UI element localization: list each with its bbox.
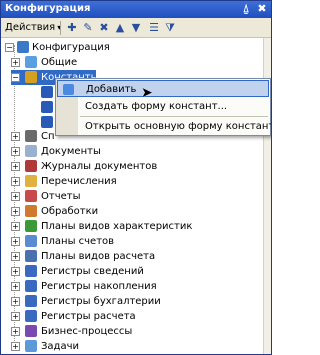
edit-icon[interactable]: ✎ xyxy=(81,21,95,35)
expand-icon[interactable]: + xyxy=(11,132,20,141)
expand-icon[interactable]: + xyxy=(11,222,20,231)
expand-icon[interactable]: + xyxy=(11,192,20,201)
collapse-icon[interactable]: − xyxy=(5,43,14,52)
context-menu: Добавить Создать форму констант... Откры… xyxy=(55,78,271,136)
actions-label: Действия xyxy=(5,22,56,33)
expand-icon[interactable]: + xyxy=(11,147,20,156)
expand-icon[interactable]: + xyxy=(11,58,20,67)
configuration-window: Конфигурация ⍙ ✖ Действия▾ ✚ ✎ ✖ ▲ ▼ ☰ ⧩… xyxy=(0,0,272,355)
constant-icon xyxy=(41,101,53,113)
add-icon xyxy=(63,84,74,95)
characteristic-types-icon xyxy=(25,220,37,232)
menu-item-open-main-constants-form[interactable]: Открыть основную форму констант xyxy=(57,118,271,135)
configuration-icon xyxy=(17,41,29,53)
collapse-icon[interactable]: − xyxy=(11,73,20,82)
expand-icon[interactable]: + xyxy=(11,237,20,246)
mouse-cursor-icon: ➤ xyxy=(141,85,153,101)
tasks-icon xyxy=(25,340,37,352)
title-bar: Конфигурация ⍙ ✖ xyxy=(1,1,271,18)
actions-menu-button[interactable]: Действия▾ xyxy=(5,22,61,33)
calculation-registers-icon xyxy=(25,310,37,322)
charts-of-accounts-icon xyxy=(25,235,37,247)
accumulation-registers-icon xyxy=(25,280,37,292)
delete-icon[interactable]: ✖ xyxy=(97,21,111,35)
constant-icon xyxy=(41,116,53,128)
expand-icon[interactable]: + xyxy=(11,252,20,261)
enums-icon xyxy=(25,175,37,187)
toolbar: Действия▾ ✚ ✎ ✖ ▲ ▼ ☰ ⧩ xyxy=(1,18,271,38)
expand-icon[interactable]: + xyxy=(11,282,20,291)
documents-icon xyxy=(25,145,37,157)
general-icon xyxy=(25,56,37,68)
data-processors-icon xyxy=(25,205,37,217)
expand-icon[interactable]: + xyxy=(11,267,20,276)
expand-icon[interactable]: + xyxy=(11,177,20,186)
move-down-icon[interactable]: ▼ xyxy=(129,21,143,35)
toolbar-separator xyxy=(60,21,61,35)
accounting-registers-icon xyxy=(25,295,37,307)
catalogs-icon xyxy=(25,130,37,142)
expand-icon[interactable]: + xyxy=(11,342,20,351)
expand-icon[interactable]: + xyxy=(11,312,20,321)
sort-icon[interactable]: ☰ xyxy=(147,21,161,35)
menu-separator xyxy=(80,116,268,117)
calculation-types-icon xyxy=(25,250,37,262)
filter-icon[interactable]: ⧩ xyxy=(163,21,177,35)
document-journals-icon xyxy=(25,160,37,172)
expand-icon[interactable]: + xyxy=(11,327,20,336)
constant-icon xyxy=(41,86,53,98)
info-registers-icon xyxy=(25,265,37,277)
menu-item-create-constants-form[interactable]: Создать форму констант... xyxy=(57,98,269,115)
constants-icon xyxy=(25,71,37,83)
move-up-icon[interactable]: ▲ xyxy=(113,21,127,35)
menu-item-add[interactable]: Добавить xyxy=(57,80,269,97)
expand-icon[interactable]: + xyxy=(11,207,20,216)
reports-icon xyxy=(25,190,37,202)
close-icon[interactable]: ✖ xyxy=(255,2,269,16)
expand-icon[interactable]: + xyxy=(11,297,20,306)
pin-icon[interactable]: ⍙ xyxy=(239,2,253,16)
expand-icon[interactable]: + xyxy=(11,162,20,171)
business-processes-icon xyxy=(25,325,37,337)
window-title: Конфигурация xyxy=(5,3,91,14)
add-icon[interactable]: ✚ xyxy=(65,21,79,35)
